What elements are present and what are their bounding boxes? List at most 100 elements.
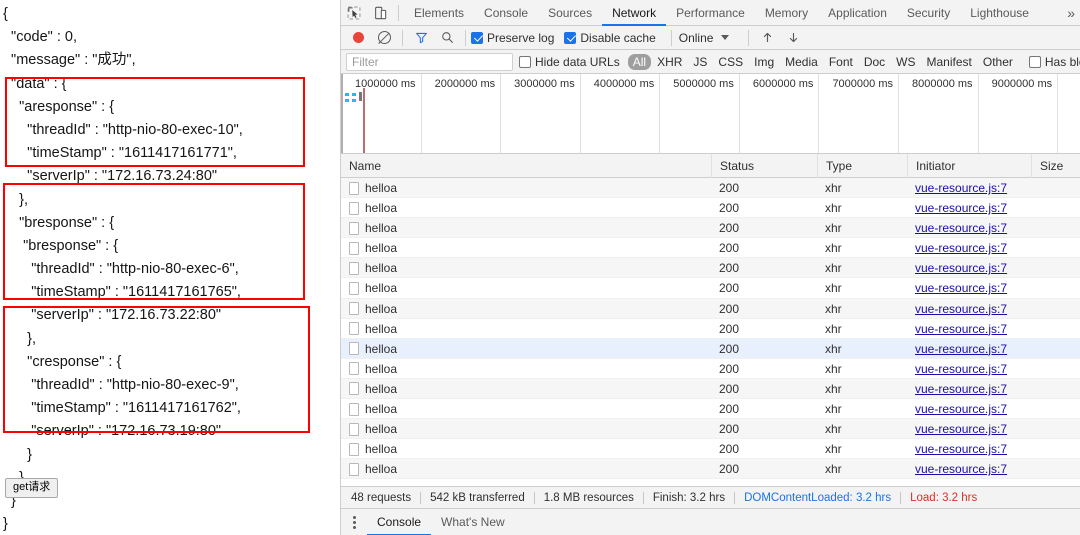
cell-initiator[interactable]: vue-resource.js:7 xyxy=(907,218,1031,238)
cell-initiator[interactable]: vue-resource.js:7 xyxy=(907,419,1031,439)
initiator-link[interactable]: vue-resource.js:7 xyxy=(915,382,1007,396)
cell-name[interactable]: helloa xyxy=(341,218,711,238)
chevron-down-icon[interactable] xyxy=(721,35,730,40)
network-overview-timeline[interactable]: 1000000 ms 2000000 ms 3000000 ms 4000000 ms… xyxy=(341,74,1080,154)
column-header-size[interactable]: Size xyxy=(1031,154,1080,178)
table-row[interactable]: helloa 200 xhr vue-resource.js:7 xyxy=(341,399,1080,420)
tab-security[interactable]: Security xyxy=(897,0,960,26)
disable-cache-checkbox[interactable] xyxy=(564,31,577,44)
table-row[interactable]: helloa 200 xhr vue-resource.js:7 xyxy=(341,378,1080,400)
initiator-link[interactable]: vue-resource.js:7 xyxy=(915,422,1007,436)
tab-elements[interactable]: Elements xyxy=(404,0,474,26)
filter-icon[interactable] xyxy=(408,26,434,50)
cell-name[interactable]: helloa xyxy=(341,419,711,439)
column-header-name[interactable]: Name xyxy=(341,154,711,178)
inspect-element-icon[interactable] xyxy=(341,1,367,25)
initiator-link[interactable]: vue-resource.js:7 xyxy=(915,322,1007,336)
cell-name[interactable]: helloa xyxy=(341,339,711,359)
cell-initiator[interactable]: vue-resource.js:7 xyxy=(907,319,1031,339)
cell-initiator[interactable]: vue-resource.js:7 xyxy=(907,379,1031,399)
more-options-icon[interactable] xyxy=(347,515,361,529)
initiator-link[interactable]: vue-resource.js:7 xyxy=(915,241,1007,255)
cell-name[interactable]: helloa xyxy=(341,198,711,218)
cell-name[interactable]: helloa xyxy=(341,178,711,198)
table-row[interactable]: helloa 200 xhr vue-resource.js:7 xyxy=(341,238,1080,259)
filter-type-doc[interactable]: Doc xyxy=(859,54,890,70)
filter-type-img[interactable]: Img xyxy=(749,54,779,70)
cell-initiator[interactable]: vue-resource.js:7 xyxy=(907,339,1031,359)
cell-initiator[interactable]: vue-resource.js:7 xyxy=(907,459,1031,479)
throttle-dropdown[interactable]: Online xyxy=(679,31,734,45)
filter-type-manifest[interactable]: Manifest xyxy=(922,54,977,70)
cell-initiator[interactable]: vue-resource.js:7 xyxy=(907,258,1031,278)
table-row[interactable]: helloa 200 xhr vue-resource.js:7 xyxy=(341,459,1080,480)
initiator-link[interactable]: vue-resource.js:7 xyxy=(915,442,1007,456)
initiator-link[interactable]: vue-resource.js:7 xyxy=(915,181,1007,195)
import-har-icon[interactable] xyxy=(754,26,780,50)
tab-sources[interactable]: Sources xyxy=(538,0,602,26)
filter-input[interactable] xyxy=(346,52,513,71)
cell-initiator[interactable]: vue-resource.js:7 xyxy=(907,178,1031,198)
export-har-icon[interactable] xyxy=(780,26,806,50)
hide-data-urls-checkbox[interactable] xyxy=(519,55,531,68)
cell-initiator[interactable]: vue-resource.js:7 xyxy=(907,238,1031,258)
table-row[interactable]: helloa 200 xhr vue-resource.js:7 xyxy=(341,298,1080,319)
tab-performance[interactable]: Performance xyxy=(666,0,755,26)
filter-type-all[interactable]: All xyxy=(627,53,652,70)
tab-network[interactable]: Network xyxy=(602,0,666,26)
table-row[interactable]: helloa 200 xhr vue-resource.js:7 xyxy=(341,178,1080,199)
filter-type-font[interactable]: Font xyxy=(824,54,858,70)
preserve-log-checkbox[interactable] xyxy=(471,31,483,44)
drawer-tab-console[interactable]: Console xyxy=(367,509,431,535)
cell-initiator[interactable]: vue-resource.js:7 xyxy=(907,359,1031,379)
table-row[interactable]: helloa 200 xhr vue-resource.js:7 xyxy=(341,319,1080,339)
table-row[interactable]: helloa 200 xhr vue-resource.js:7 xyxy=(341,439,1080,460)
table-row[interactable]: helloa 200 xhr vue-resource.js:7 xyxy=(341,258,1080,279)
cell-initiator[interactable]: vue-resource.js:7 xyxy=(907,299,1031,319)
filter-type-other[interactable]: Other xyxy=(978,54,1018,70)
initiator-link[interactable]: vue-resource.js:7 xyxy=(915,261,1007,275)
disable-cache-control[interactable]: Disable cache xyxy=(564,31,656,45)
initiator-link[interactable]: vue-resource.js:7 xyxy=(915,281,1007,295)
table-row[interactable]: helloa 200 xhr vue-resource.js:7 xyxy=(341,359,1080,379)
device-toolbar-icon[interactable] xyxy=(367,1,393,25)
cell-name[interactable]: helloa xyxy=(341,319,711,339)
filter-type-css[interactable]: CSS xyxy=(713,54,748,70)
initiator-link[interactable]: vue-resource.js:7 xyxy=(915,221,1007,235)
clear-button[interactable] xyxy=(371,26,397,50)
table-row[interactable]: helloa 200 xhr vue-resource.js:7 xyxy=(341,338,1080,359)
cell-initiator[interactable]: vue-resource.js:7 xyxy=(907,278,1031,298)
drawer-tab-what-s-new[interactable]: What's New xyxy=(431,509,515,535)
cell-name[interactable]: helloa xyxy=(341,299,711,319)
initiator-link[interactable]: vue-resource.js:7 xyxy=(915,402,1007,416)
more-tabs-icon[interactable]: » xyxy=(1067,5,1080,21)
has-blocked-cookies-control[interactable]: Has blocked c xyxy=(1028,55,1080,69)
cell-name[interactable]: helloa xyxy=(341,379,711,399)
filter-type-media[interactable]: Media xyxy=(780,54,823,70)
tab-lighthouse[interactable]: Lighthouse xyxy=(960,0,1039,26)
get-request-button[interactable]: get请求 xyxy=(5,478,59,498)
table-row[interactable]: helloa 200 xhr vue-resource.js:7 xyxy=(341,218,1080,239)
tab-memory[interactable]: Memory xyxy=(755,0,818,26)
cell-name[interactable]: helloa xyxy=(341,278,711,298)
has-blocked-cookies-checkbox[interactable] xyxy=(1028,55,1041,68)
initiator-link[interactable]: vue-resource.js:7 xyxy=(915,302,1007,316)
tab-application[interactable]: Application xyxy=(818,0,897,26)
table-row[interactable]: helloa 200 xhr vue-resource.js:7 xyxy=(341,278,1080,299)
filter-type-xhr[interactable]: XHR xyxy=(652,54,687,70)
column-header-type[interactable]: Type xyxy=(817,154,907,178)
cell-initiator[interactable]: vue-resource.js:7 xyxy=(907,439,1031,459)
initiator-link[interactable]: vue-resource.js:7 xyxy=(915,462,1007,476)
search-icon[interactable] xyxy=(434,26,460,50)
filter-type-js[interactable]: JS xyxy=(688,54,712,70)
network-request-list[interactable]: helloa 200 xhr vue-resource.js:7 helloa 200 xh… xyxy=(341,178,1080,480)
initiator-link[interactable]: vue-resource.js:7 xyxy=(915,201,1007,215)
initiator-link[interactable]: vue-resource.js:7 xyxy=(915,362,1007,376)
record-button[interactable] xyxy=(345,26,371,50)
hide-data-urls-control[interactable]: Hide data URLs xyxy=(519,55,620,69)
table-row[interactable]: helloa 200 xhr vue-resource.js:7 xyxy=(341,419,1080,440)
cell-name[interactable]: helloa xyxy=(341,439,711,459)
cell-name[interactable]: helloa xyxy=(341,238,711,258)
table-row[interactable]: helloa 200 xhr vue-resource.js:7 xyxy=(341,198,1080,219)
initiator-link[interactable]: vue-resource.js:7 xyxy=(915,342,1007,356)
